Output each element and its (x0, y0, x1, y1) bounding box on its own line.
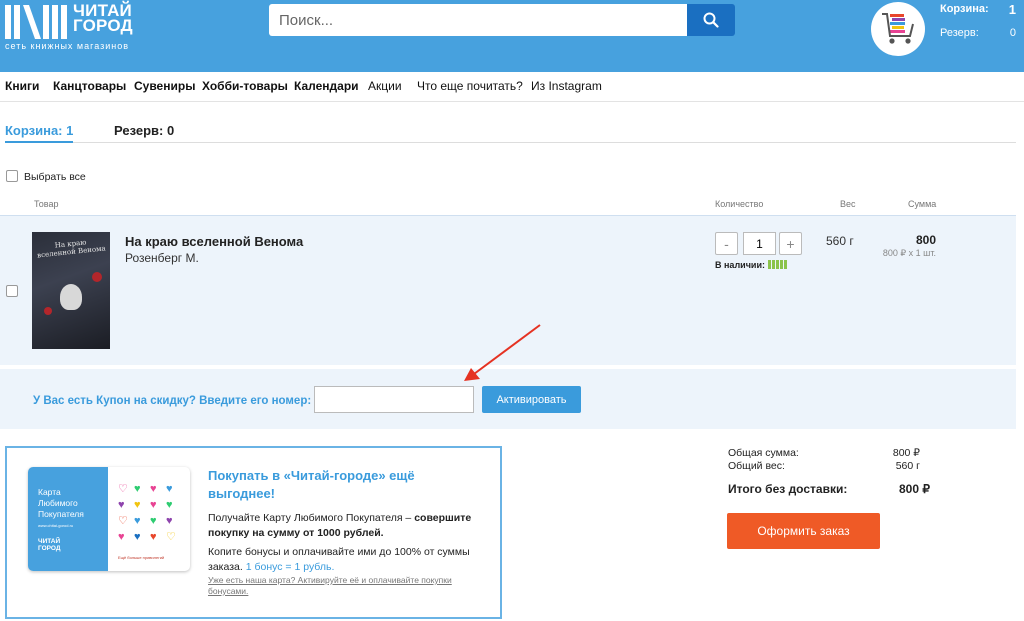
nav-item-stationery[interactable]: Канцтовары (53, 79, 126, 93)
heart-icon: ♥ (166, 515, 173, 527)
total-weight-label: Общий вес: (728, 460, 785, 472)
book-cover-image[interactable]: На краю вселенной Венома (32, 232, 110, 349)
heart-icon: ♡ (166, 531, 176, 543)
total-sum-value: 800 ₽ (892, 447, 920, 459)
total-no-delivery-value: 800 ₽ (899, 482, 930, 496)
loyalty-card-slogan: Ещё больше привилегий (118, 555, 165, 560)
item-sum: 800 (915, 233, 936, 247)
book-cover-figure (60, 284, 82, 310)
total-no-delivery-label: Итого без доставки: (728, 482, 848, 496)
heart-icon: ♥ (150, 483, 157, 495)
nav-item-hobby[interactable]: Хобби-товары (202, 79, 288, 93)
availability-indicator (768, 260, 787, 269)
nav-item-souvenirs[interactable]: Сувениры (134, 79, 195, 93)
activate-card-link[interactable]: Уже есть наша карта? Активируйте её и оп… (208, 575, 488, 597)
loyalty-card-logo: ЧИТАЙ ГОРОД (38, 538, 61, 552)
nav-item-instagram[interactable]: Из Instagram (531, 79, 602, 93)
quantity-increase-button[interactable]: + (779, 232, 802, 255)
heart-icon: ♥ (134, 531, 141, 543)
heart-icon: ♥ (150, 515, 157, 527)
main-nav: Книги Канцтовары Сувениры Хобби-товары К… (0, 72, 1024, 102)
promo-text-1: Получайте Карту Любимого Покупателя – со… (208, 512, 472, 539)
heart-icon: ♥ (166, 483, 173, 495)
search-button[interactable] (687, 4, 735, 36)
total-weight-value: 560 г (895, 460, 920, 472)
loyalty-card-url: www.chitai-gorod.ru (38, 523, 74, 528)
book-cover-accent (44, 307, 52, 315)
heart-icon: ♡ (118, 483, 128, 495)
tab-cart[interactable]: Корзина: 1 (5, 123, 73, 138)
bonus-rate-link[interactable]: 1 бонус = 1 рубль. (246, 561, 335, 573)
header-cart-label[interactable]: Корзина: (940, 3, 989, 15)
select-all-label: Выбрать все (24, 171, 86, 183)
nav-item-calendars[interactable]: Календари (294, 79, 359, 93)
column-header-weight: Вес (840, 199, 856, 209)
heart-icon: ♥ (134, 515, 141, 527)
nav-item-what-to-read[interactable]: Что еще почитать? (417, 79, 523, 93)
coupon-input[interactable] (314, 386, 474, 413)
promo-text-2: Копите бонусы и оплачивайте ими до 100% … (208, 546, 470, 573)
logo[interactable]: ЧИТАЙ ГОРОД сеть книжных магазинов (5, 1, 140, 53)
select-all-checkbox[interactable] (6, 170, 18, 182)
tab-active-indicator (5, 141, 73, 143)
column-header-quantity: Количество (715, 199, 764, 209)
nav-item-books[interactable]: Книги (5, 79, 39, 93)
cart-icon (882, 13, 914, 44)
checkout-button[interactable]: Оформить заказ (727, 513, 880, 549)
header-cart-count: 1 (1008, 2, 1016, 17)
search-icon (703, 12, 719, 28)
heart-icon: ♡ (118, 515, 128, 527)
logo-tagline: сеть книжных магазинов (5, 41, 130, 51)
quantity-input[interactable] (743, 232, 776, 255)
header-reserve-count: 0 (1009, 27, 1016, 39)
coupon-activate-button[interactable]: Активировать (482, 386, 581, 413)
column-header-product: Товар (34, 199, 59, 209)
item-sum-detail: 800 ₽ x 1 шт. (882, 248, 936, 258)
quantity-decrease-button[interactable]: - (715, 232, 738, 255)
heart-icon: ♥ (118, 499, 125, 511)
loyalty-card-left: Карта Любимого Покупателя www.chitai-gor… (28, 467, 108, 571)
loyalty-card-image: Карта Любимого Покупателя www.chitai-gor… (28, 467, 190, 571)
coupon-label: У Вас есть Купон на скидку? Введите его … (33, 395, 312, 407)
product-title[interactable]: На краю вселенной Венома (125, 234, 303, 249)
heart-icon: ♥ (150, 499, 157, 511)
column-header-sum: Сумма (908, 199, 937, 209)
header-reserve-label[interactable]: Резерв: (940, 27, 979, 39)
total-sum-label: Общая сумма: (728, 447, 799, 459)
item-weight: 560 г (826, 234, 854, 248)
heart-icon: ♥ (134, 483, 141, 495)
search-input[interactable] (269, 4, 687, 36)
nav-item-promotions[interactable]: Акции (368, 79, 402, 93)
header: ЧИТАЙ ГОРОД сеть книжных магазинов Корзи… (0, 0, 1024, 72)
hearts-pattern: ♡ ♥ ♥ ♥ ♥ ♥ ♥ ♥ ♡ ♥ ♥ ♥ ♥ ♥ ♥ ♡ (118, 483, 184, 543)
logo-books-icon (5, 5, 67, 39)
availability-label: В наличии: (715, 260, 765, 270)
book-cover-accent (92, 272, 102, 282)
item-checkbox[interactable] (6, 285, 18, 297)
loyalty-card-text: Карта Любимого Покупателя (38, 487, 84, 519)
cart-button[interactable] (871, 2, 925, 56)
tabs-divider (5, 142, 1016, 143)
tab-reserve[interactable]: Резерв: 0 (114, 123, 174, 138)
loyalty-promo-block: Карта Любимого Покупателя www.chitai-gor… (5, 446, 502, 619)
promo-title: Покупать в «Читай-городе» ещё выгоднее! (208, 468, 415, 501)
book-cover-title: На краю вселенной Венома (36, 238, 107, 260)
heart-icon: ♥ (150, 531, 157, 543)
heart-icon: ♥ (166, 499, 173, 511)
search-bar (269, 4, 735, 36)
product-author: Розенберг М. (125, 251, 199, 265)
heart-icon: ♥ (134, 499, 141, 511)
heart-icon: ♥ (118, 531, 125, 543)
logo-text: ЧИТАЙ ГОРОД (73, 1, 133, 35)
